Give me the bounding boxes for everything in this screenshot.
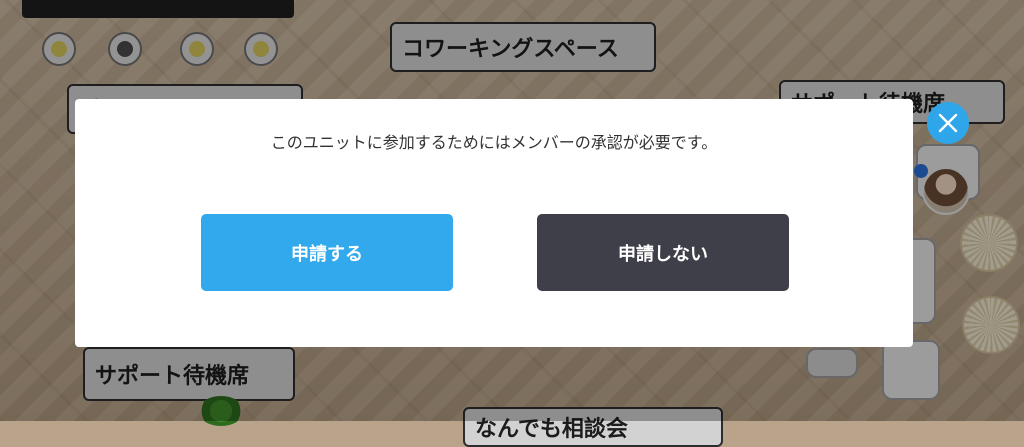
- close-icon: [938, 113, 958, 133]
- close-button[interactable]: [927, 102, 969, 144]
- join-approval-dialog: このユニットに参加するためにはメンバーの承認が必要です。 申請する 申請しない: [75, 99, 913, 347]
- apply-button[interactable]: 申請する: [201, 214, 453, 291]
- decline-button[interactable]: 申請しない: [537, 214, 789, 291]
- dialog-message: このユニットに参加するためにはメンバーの承認が必要です。: [270, 133, 718, 152]
